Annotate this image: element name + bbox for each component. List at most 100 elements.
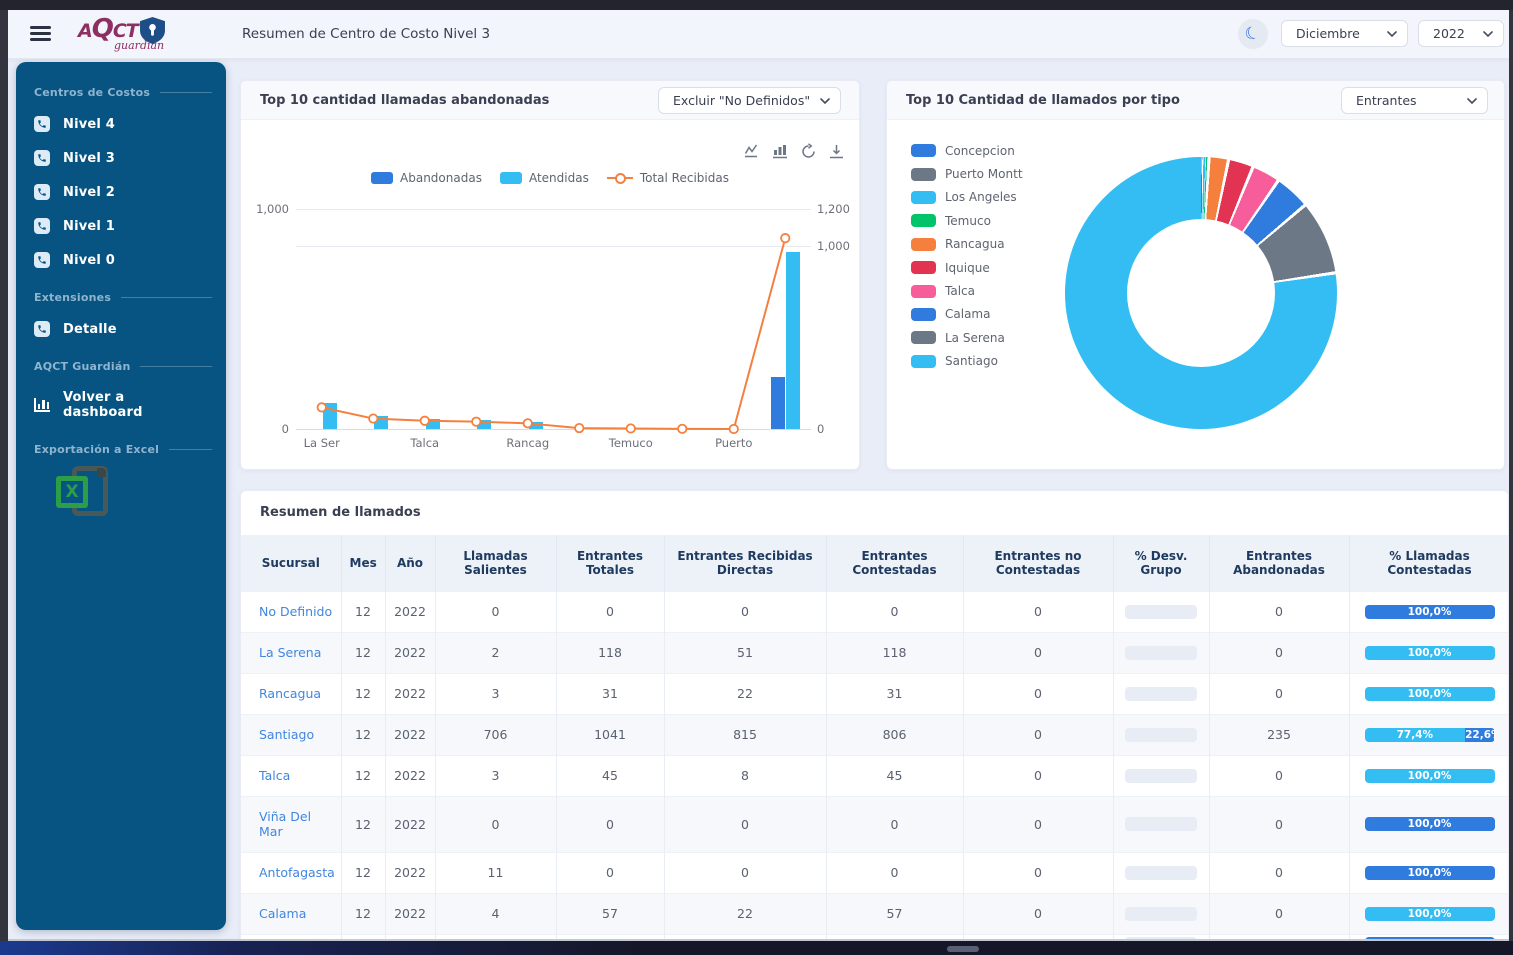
- pie-legend-item[interactable]: Los Angeles: [911, 186, 1023, 209]
- legend-label: Concepcion: [945, 144, 1015, 158]
- phone-icon: [34, 321, 50, 337]
- y-axis-label-right: 1,000: [817, 239, 850, 253]
- table-row: Rancagua122022331223100100,0%: [241, 673, 1509, 714]
- bar-atendidas[interactable]: [323, 403, 337, 429]
- line-point: [781, 234, 789, 242]
- sidebar-item-nivel4[interactable]: Nivel 4: [16, 107, 226, 141]
- card-title: Top 10 cantidad llamadas abandonadas: [260, 93, 549, 108]
- sidebar-item-detalle[interactable]: Detalle: [16, 312, 226, 346]
- sucursal-link[interactable]: Rancagua: [259, 686, 321, 701]
- pie-legend-item[interactable]: Iquique: [911, 256, 1023, 279]
- desv-grupo-progress: [1125, 646, 1197, 660]
- pie-legend-item[interactable]: Concepcion: [911, 139, 1023, 162]
- bar-abandonadas[interactable]: [771, 377, 785, 429]
- legend-label: Talca: [945, 284, 975, 298]
- call-type-select[interactable]: Entrantes: [1341, 87, 1488, 114]
- column-header: Entrantes no Contestadas: [963, 535, 1113, 591]
- exclude-filter-select[interactable]: Excluir "No Definidos": [658, 87, 841, 114]
- sucursal-link[interactable]: Antofagasta: [259, 865, 335, 880]
- sidebar-item-nivel2[interactable]: Nivel 2: [16, 175, 226, 209]
- bar-atendidas[interactable]: [477, 420, 491, 429]
- pie-legend-item[interactable]: Puerto Montt: [911, 162, 1023, 185]
- line-point: [575, 424, 583, 432]
- line-point: [627, 424, 635, 432]
- legend-label: La Serena: [945, 331, 1005, 345]
- sucursal-link[interactable]: Viña Del Mar: [259, 809, 311, 839]
- legend-item-total-recibidas[interactable]: Total Recibidas: [607, 171, 729, 185]
- legend-label: Rancagua: [945, 237, 1005, 251]
- table-row: Santiago1220227061041815806023577,4%22,6…: [241, 714, 1509, 755]
- line-point: [421, 417, 429, 425]
- sidebar-item-volver-dashboard[interactable]: Volver a dashboard: [16, 381, 226, 429]
- badge-segment: 100,0%: [1365, 605, 1495, 619]
- month-select[interactable]: Diciembre: [1281, 20, 1408, 47]
- x-axis-line: [296, 429, 811, 430]
- sidebar-item-label: Volver a dashboard: [63, 390, 208, 420]
- pie-legend-item[interactable]: Santiago: [911, 350, 1023, 373]
- bar-atendidas[interactable]: [426, 419, 440, 429]
- sidebar-item-label: Nivel 3: [63, 151, 115, 166]
- pie-legend-item[interactable]: La Serena: [911, 326, 1023, 349]
- pie-legend-item[interactable]: Talca: [911, 279, 1023, 302]
- sucursal-link[interactable]: La Serena: [259, 645, 321, 660]
- bar-chart-toggle-icon[interactable]: [772, 143, 789, 160]
- legend-item-abandonadas[interactable]: Abandonadas: [371, 171, 482, 185]
- line-chart-toggle-icon[interactable]: [744, 143, 761, 160]
- export-excel-button[interactable]: X: [56, 466, 108, 524]
- badge-segment: 100,0%: [1365, 907, 1495, 921]
- chevron-down-icon: [820, 98, 830, 104]
- column-header: Entrantes Recibidas Directas: [664, 535, 826, 591]
- sucursal-link[interactable]: Talca: [259, 768, 290, 783]
- logo-subtitle: guardián: [114, 39, 164, 52]
- pct-contestadas-badge: 100,0%: [1365, 605, 1495, 619]
- column-header: Llamadas Salientes: [435, 535, 556, 591]
- summary-table-card: Resumen de llamados SucursalMesAñoLlamad…: [240, 490, 1509, 955]
- badge-segment: 100,0%: [1365, 866, 1495, 880]
- sidebar-item-nivel1[interactable]: Nivel 1: [16, 209, 226, 243]
- window-frame-top: [0, 0, 1513, 10]
- dark-mode-toggle[interactable]: ☾: [1238, 19, 1268, 49]
- legend-label: Puerto Montt: [945, 167, 1023, 181]
- donut-hole: [1127, 219, 1275, 367]
- sidebar-item-label: Nivel 4: [63, 117, 115, 132]
- x-axis-label: La Ser: [287, 436, 357, 450]
- total-recibidas-line: [241, 81, 861, 471]
- card-title: Top 10 Cantidad de llamados por tipo: [906, 93, 1180, 108]
- x-axis-label: Temuco: [596, 436, 666, 450]
- bar-atendidas[interactable]: [374, 416, 388, 429]
- menu-toggle-button[interactable]: [30, 26, 51, 41]
- pie-legend-item[interactable]: Temuco: [911, 209, 1023, 232]
- year-select[interactable]: 2022: [1418, 20, 1504, 47]
- abandoned-calls-card: Top 10 cantidad llamadas abandonadas Exc…: [240, 80, 860, 470]
- sucursal-link[interactable]: Calama: [259, 906, 306, 921]
- sucursal-link[interactable]: Santiago: [259, 727, 314, 742]
- desv-grupo-progress: [1125, 769, 1197, 783]
- legend-swatch: [911, 261, 936, 274]
- desv-grupo-progress: [1125, 907, 1197, 921]
- card-header: Top 10 Cantidad de llamados por tipo Ent…: [887, 81, 1504, 120]
- desv-grupo-progress: [1125, 687, 1197, 701]
- pie-legend: Concepcion Puerto Montt Los AngelesTemuco R…: [911, 139, 1023, 373]
- download-icon[interactable]: [828, 143, 845, 160]
- column-header: Sucursal: [241, 535, 341, 591]
- sidebar-section-excel: Exportación a Excel: [34, 443, 212, 456]
- legend-swatch: [911, 214, 936, 227]
- sidebar-item-nivel3[interactable]: Nivel 3: [16, 141, 226, 175]
- scrollbar-thumb[interactable]: [947, 946, 979, 952]
- card-header: Top 10 cantidad llamadas abandonadas Exc…: [241, 81, 859, 120]
- legend-swatch: [911, 285, 936, 298]
- pie-legend-item[interactable]: Calama: [911, 303, 1023, 326]
- refresh-icon[interactable]: [800, 143, 817, 160]
- legend-line-marker: [607, 172, 633, 184]
- pie-legend-item[interactable]: Rancagua: [911, 233, 1023, 256]
- sucursal-link[interactable]: No Definido: [259, 604, 332, 619]
- legend-swatch: [911, 168, 936, 181]
- column-header: Mes: [341, 535, 385, 591]
- sidebar-item-nivel0[interactable]: Nivel 0: [16, 243, 226, 277]
- sidebar-item-label: Nivel 1: [63, 219, 115, 234]
- phone-icon: [34, 116, 50, 132]
- column-header: Entrantes Contestadas: [826, 535, 963, 591]
- bar-atendidas[interactable]: [786, 252, 800, 429]
- bar-atendidas[interactable]: [529, 422, 543, 429]
- legend-item-atendidas[interactable]: Atendidas: [500, 171, 589, 185]
